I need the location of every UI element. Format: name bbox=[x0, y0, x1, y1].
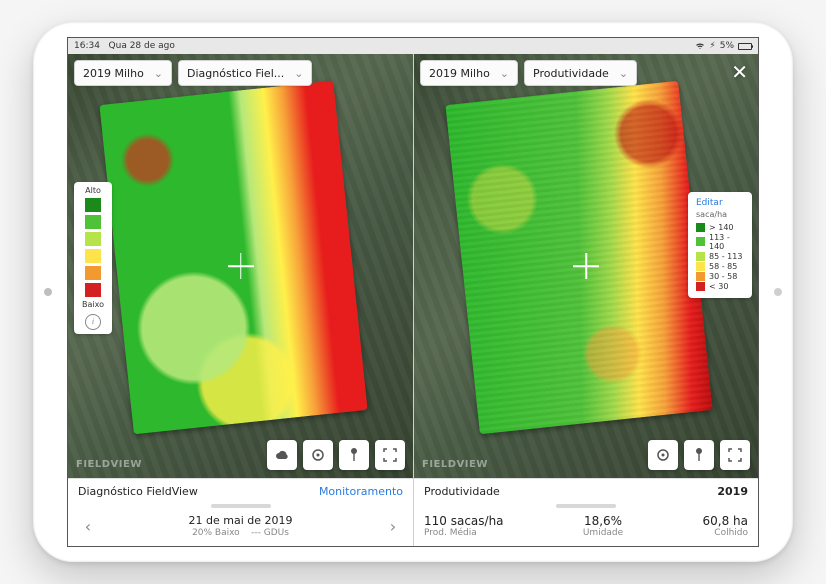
brand-watermark: FIELDVIEW bbox=[422, 459, 488, 470]
right-map-tools bbox=[648, 440, 750, 470]
dropdown-label: 2019 Milho bbox=[429, 67, 490, 80]
legend-swatch bbox=[696, 262, 705, 271]
recenter-tool[interactable] bbox=[648, 440, 678, 470]
stat-label: Prod. Média bbox=[424, 528, 504, 538]
stat-value: 60,8 ha bbox=[703, 514, 749, 528]
right-pane: 2019 Milho ⌄ Produtividade ⌄ ✕ Editar s bbox=[413, 54, 758, 546]
stat-prod-media: 110 sacas/ha Prod. Média bbox=[424, 514, 504, 538]
chevron-down-icon: ⌄ bbox=[294, 67, 303, 80]
chevron-down-icon: ⌄ bbox=[619, 67, 628, 80]
legend-swatch bbox=[696, 272, 705, 281]
footer-title: Produtividade bbox=[424, 485, 500, 498]
monitoring-link[interactable]: Monitoramento bbox=[319, 485, 403, 498]
stat-value: 110 sacas/ha bbox=[424, 514, 504, 528]
recenter-tool[interactable] bbox=[303, 440, 333, 470]
yield-legend: Editar saca/ha > 140113 - 14085 - 11358 … bbox=[688, 192, 752, 298]
footer-sub-left: 20% Baixo bbox=[192, 528, 240, 538]
wifi-icon bbox=[695, 42, 705, 50]
drag-handle[interactable] bbox=[556, 504, 616, 508]
left-map-tools bbox=[267, 440, 405, 470]
legend-row: < 30 bbox=[696, 282, 744, 291]
footer-sub-right: --- GDUs bbox=[251, 528, 289, 538]
legend-row-label: > 140 bbox=[709, 223, 734, 232]
info-icon[interactable]: i bbox=[85, 314, 101, 330]
status-time: 16:34 bbox=[74, 41, 100, 51]
status-date: Qua 28 de ago bbox=[109, 41, 175, 51]
chevron-down-icon: ⌄ bbox=[154, 67, 163, 80]
fullscreen-tool[interactable] bbox=[720, 440, 750, 470]
ipad-camera-dot bbox=[774, 288, 782, 296]
drag-handle[interactable] bbox=[211, 504, 271, 508]
legend-row-label: 113 - 140 bbox=[709, 233, 744, 251]
legend-swatch bbox=[85, 249, 101, 263]
legend-swatch bbox=[696, 282, 705, 291]
map-crosshair bbox=[228, 253, 254, 279]
next-date-button[interactable]: › bbox=[383, 517, 403, 536]
fullscreen-tool[interactable] bbox=[375, 440, 405, 470]
footer-title: Diagnóstico FieldView bbox=[78, 485, 198, 498]
ipad-device-frame: 16:34 Qua 28 de ago ⚡︎ 5% bbox=[33, 22, 793, 562]
legend-low-label: Baixo bbox=[82, 300, 104, 309]
layer-dropdown[interactable]: Produtividade ⌄ bbox=[524, 60, 637, 86]
legend-row-label: 30 - 58 bbox=[709, 272, 737, 281]
legend-row-label: 85 - 113 bbox=[709, 252, 742, 261]
prev-date-button[interactable]: ‹ bbox=[78, 517, 98, 536]
legend-row: > 140 bbox=[696, 223, 744, 232]
footer-year: 2019 bbox=[717, 485, 748, 498]
stat-value: 18,6% bbox=[583, 514, 623, 528]
chevron-down-icon: ⌄ bbox=[500, 67, 509, 80]
left-footer: Diagnóstico FieldView Monitoramento ‹ 21… bbox=[68, 478, 413, 546]
legend-high-label: Alto bbox=[85, 186, 101, 195]
stat-label: Colhido bbox=[703, 528, 749, 538]
split-view: 2019 Milho ⌄ Diagnóstico Fiel... ⌄ Alto bbox=[68, 54, 758, 546]
legend-row: 58 - 85 bbox=[696, 262, 744, 271]
season-crop-dropdown[interactable]: 2019 Milho ⌄ bbox=[420, 60, 518, 86]
left-map-area[interactable]: 2019 Milho ⌄ Diagnóstico Fiel... ⌄ Alto bbox=[68, 54, 413, 478]
season-crop-dropdown[interactable]: 2019 Milho ⌄ bbox=[74, 60, 172, 86]
battery-text: 5% bbox=[720, 41, 734, 51]
legend-swatch bbox=[85, 266, 101, 280]
legend-swatch bbox=[85, 198, 101, 212]
legend-row-label: 58 - 85 bbox=[709, 262, 737, 271]
ios-status-bar: 16:34 Qua 28 de ago ⚡︎ 5% bbox=[68, 38, 758, 54]
legend-edit-link[interactable]: Editar bbox=[696, 198, 744, 208]
legend-swatch bbox=[696, 223, 705, 232]
layer-dropdown[interactable]: Diagnóstico Fiel... ⌄ bbox=[178, 60, 312, 86]
legend-row-label: < 30 bbox=[709, 282, 728, 291]
cloud-tool[interactable] bbox=[267, 440, 297, 470]
close-compare-button[interactable]: ✕ bbox=[731, 62, 748, 82]
app-screen: 16:34 Qua 28 de ago ⚡︎ 5% bbox=[67, 37, 759, 547]
right-footer: Produtividade 2019 110 sacas/ha Prod. Mé… bbox=[414, 478, 758, 546]
diagnostic-legend: Alto Baixo i bbox=[74, 182, 112, 334]
dropdown-label: Diagnóstico Fiel... bbox=[187, 67, 284, 80]
legend-swatch bbox=[85, 283, 101, 297]
legend-unit: saca/ha bbox=[696, 210, 744, 219]
left-pane: 2019 Milho ⌄ Diagnóstico Fiel... ⌄ Alto bbox=[68, 54, 413, 546]
dropdown-label: Produtividade bbox=[533, 67, 609, 80]
legend-swatch bbox=[85, 215, 101, 229]
map-crosshair bbox=[573, 253, 599, 279]
battery-icon bbox=[738, 43, 752, 50]
dropdown-label: 2019 Milho bbox=[83, 67, 144, 80]
right-map-area[interactable]: 2019 Milho ⌄ Produtividade ⌄ ✕ Editar s bbox=[414, 54, 758, 478]
legend-row: 113 - 140 bbox=[696, 233, 744, 251]
legend-row: 30 - 58 bbox=[696, 272, 744, 281]
pin-tool[interactable] bbox=[339, 440, 369, 470]
legend-row: 85 - 113 bbox=[696, 252, 744, 261]
ipad-home-dot bbox=[44, 288, 52, 296]
legend-swatch bbox=[696, 237, 705, 246]
legend-swatch bbox=[696, 252, 705, 261]
legend-swatch bbox=[85, 232, 101, 246]
charging-icon: ⚡︎ bbox=[709, 41, 715, 51]
stat-colhido: 60,8 ha Colhido bbox=[703, 514, 749, 538]
stat-label: Umidade bbox=[583, 528, 623, 538]
pin-tool[interactable] bbox=[684, 440, 714, 470]
brand-watermark: FIELDVIEW bbox=[76, 459, 142, 470]
footer-date: 21 de mai de 2019 bbox=[189, 514, 293, 527]
stat-umidade: 18,6% Umidade bbox=[583, 514, 623, 538]
